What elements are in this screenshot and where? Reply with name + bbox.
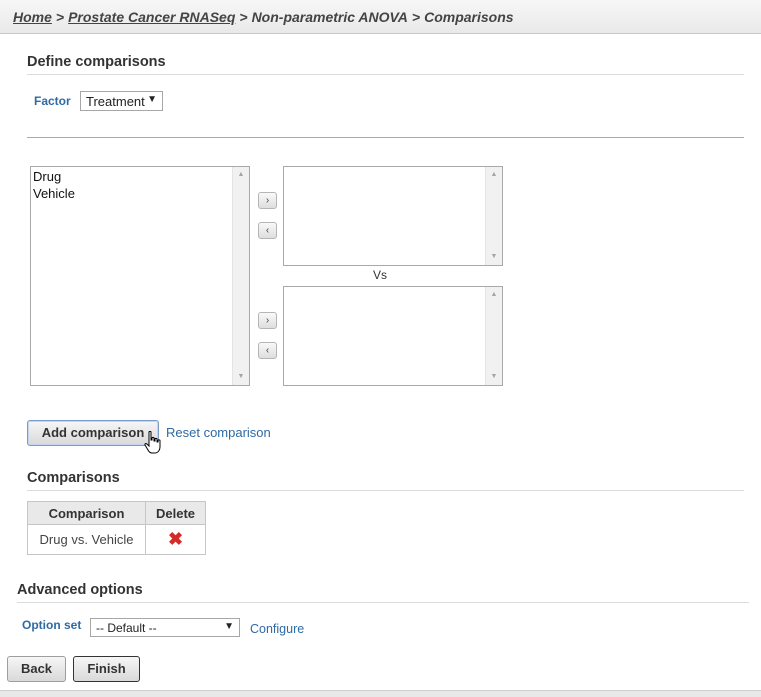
scroll-up-icon[interactable]: ▲ bbox=[486, 288, 502, 302]
advanced-options-title: Advanced options bbox=[17, 582, 143, 598]
breadcrumb-current: Comparisons bbox=[424, 9, 514, 25]
comparisons-title: Comparisons bbox=[27, 470, 120, 486]
factor-levels-list[interactable]: Drug Vehicle ▲ ▼ bbox=[30, 166, 250, 386]
define-comparisons-title: Define comparisons bbox=[27, 54, 166, 70]
scroll-up-icon[interactable]: ▲ bbox=[233, 168, 249, 182]
hand-cursor-icon bbox=[144, 431, 161, 454]
scroll-up-icon[interactable]: ▲ bbox=[486, 168, 502, 182]
factor-select[interactable]: Treatment ▼ bbox=[80, 91, 163, 111]
reset-comparison-link[interactable]: Reset comparison bbox=[166, 425, 271, 440]
list-item-drug[interactable]: Drug bbox=[33, 168, 75, 185]
scroll-down-icon[interactable]: ▼ bbox=[486, 370, 502, 384]
comparisons-table: Comparison Delete Drug vs. Vehicle ✖ bbox=[27, 501, 207, 555]
move-left-button-group1[interactable]: ‹ bbox=[258, 222, 277, 239]
delete-x-icon[interactable]: ✖ bbox=[168, 529, 183, 549]
breadcrumb-separator: > bbox=[55, 9, 65, 25]
add-comparison-button[interactable]: Add comparison bbox=[27, 420, 159, 446]
comparison-cell: Drug vs. Vehicle bbox=[27, 524, 146, 555]
group2-list[interactable]: ▲ ▼ bbox=[283, 286, 503, 386]
option-set-select[interactable]: -- Default -- ▼ bbox=[90, 618, 240, 637]
factor-select-value: Treatment bbox=[86, 94, 145, 109]
table-row: Drug vs. Vehicle ✖ bbox=[27, 524, 207, 555]
move-left-button-group2[interactable]: ‹ bbox=[258, 342, 277, 359]
breadcrumb-home-link[interactable]: Home bbox=[13, 9, 52, 25]
scroll-down-icon[interactable]: ▼ bbox=[486, 250, 502, 264]
breadcrumb-separator: > bbox=[239, 9, 248, 25]
breadcrumb-task: Non-parametric ANOVA bbox=[251, 9, 408, 25]
section-divider bbox=[17, 602, 749, 603]
vs-label: Vs bbox=[373, 268, 388, 282]
list-item-vehicle[interactable]: Vehicle bbox=[33, 185, 75, 202]
option-set-select-value: -- Default -- bbox=[96, 621, 157, 635]
scroll-down-icon[interactable]: ▼ bbox=[233, 370, 249, 384]
move-right-button-group1[interactable]: › bbox=[258, 192, 277, 209]
breadcrumb-project-link[interactable]: Prostate Cancer RNASeq bbox=[68, 9, 235, 25]
move-right-button-group2[interactable]: › bbox=[258, 312, 277, 329]
column-header-delete: Delete bbox=[144, 501, 207, 525]
chevron-down-icon: ▼ bbox=[147, 94, 157, 105]
column-header-comparison: Comparison bbox=[27, 501, 146, 525]
configure-link[interactable]: Configure bbox=[250, 622, 304, 636]
breadcrumb: Home > Prostate Cancer RNASeq > Non-parametr… bbox=[0, 0, 761, 34]
back-button[interactable]: Back bbox=[7, 656, 66, 682]
chevron-down-icon: ▼ bbox=[224, 621, 234, 632]
divider bbox=[27, 137, 744, 138]
section-divider bbox=[27, 74, 744, 75]
table-header-row: Comparison Delete bbox=[27, 501, 207, 525]
breadcrumb-separator: > bbox=[411, 9, 421, 25]
section-divider bbox=[27, 490, 744, 491]
finish-button[interactable]: Finish bbox=[73, 656, 140, 682]
scrollbar[interactable]: ▲ ▼ bbox=[232, 167, 249, 385]
group1-list[interactable]: ▲ ▼ bbox=[283, 166, 503, 266]
factor-label: Factor bbox=[34, 94, 71, 108]
delete-cell: ✖ bbox=[144, 524, 207, 555]
scrollbar[interactable]: ▲ ▼ bbox=[485, 167, 502, 265]
option-set-label: Option set bbox=[22, 618, 82, 632]
scrollbar[interactable]: ▲ ▼ bbox=[485, 287, 502, 385]
